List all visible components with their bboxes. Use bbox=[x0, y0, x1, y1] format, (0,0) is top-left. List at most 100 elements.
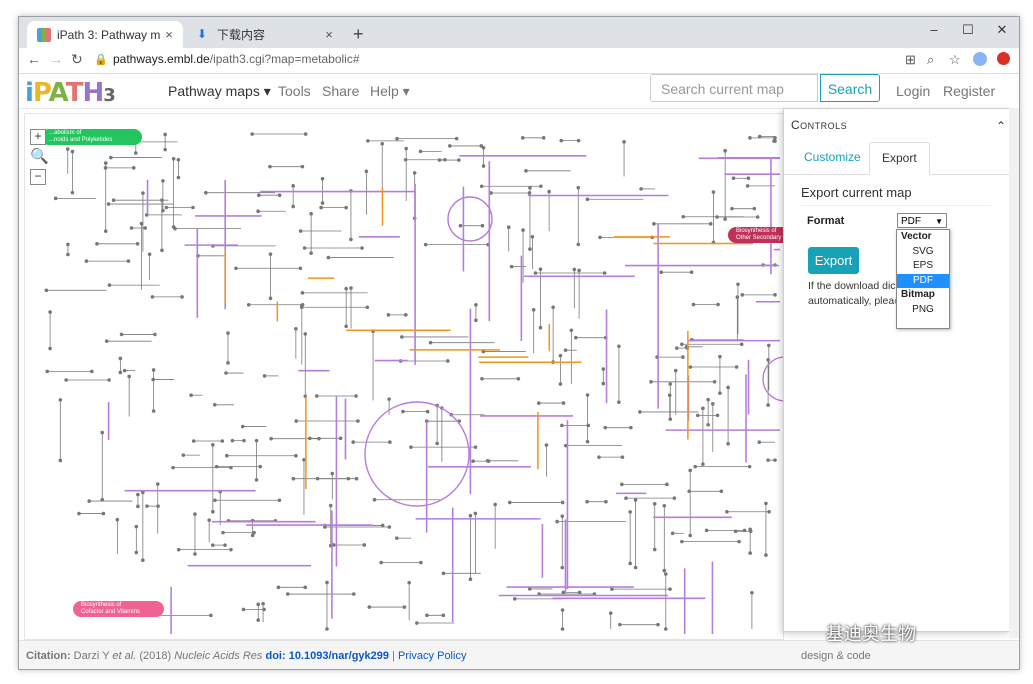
compound-node[interactable] bbox=[156, 504, 160, 508]
compound-node[interactable] bbox=[171, 465, 175, 470]
compound-node[interactable] bbox=[481, 164, 486, 168]
compound-node[interactable] bbox=[480, 223, 485, 228]
compound-node[interactable] bbox=[314, 394, 319, 398]
compound-node[interactable] bbox=[766, 458, 770, 462]
compound-node[interactable] bbox=[258, 464, 263, 469]
compound-node[interactable] bbox=[250, 132, 254, 136]
compound-node[interactable] bbox=[547, 189, 551, 194]
compound-node[interactable] bbox=[122, 368, 127, 373]
compound-node[interactable] bbox=[719, 489, 724, 494]
compound-node[interactable] bbox=[103, 161, 108, 165]
compound-node[interactable] bbox=[688, 365, 693, 369]
compound-node[interactable] bbox=[151, 409, 156, 413]
search-input[interactable]: Search current map bbox=[650, 74, 818, 102]
compound-node[interactable] bbox=[48, 310, 52, 314]
compound-node[interactable] bbox=[723, 148, 727, 153]
compound-node[interactable] bbox=[134, 550, 139, 555]
compound-node[interactable] bbox=[291, 204, 295, 209]
compound-node[interactable] bbox=[521, 228, 525, 232]
compound-node[interactable] bbox=[325, 580, 329, 585]
compound-node[interactable] bbox=[325, 627, 329, 631]
compound-node[interactable] bbox=[718, 391, 722, 395]
compound-node[interactable] bbox=[404, 146, 408, 151]
compound-node[interactable] bbox=[163, 147, 167, 152]
compound-node[interactable] bbox=[226, 331, 230, 335]
compound-node[interactable] bbox=[349, 286, 353, 290]
compound-node[interactable] bbox=[155, 482, 160, 486]
compound-node[interactable] bbox=[745, 184, 750, 188]
compound-node[interactable] bbox=[362, 543, 367, 547]
compound-node[interactable] bbox=[597, 455, 601, 459]
compound-node[interactable] bbox=[344, 286, 348, 291]
compound-node[interactable] bbox=[538, 267, 543, 271]
compound-node[interactable] bbox=[176, 157, 181, 162]
tab-ipath[interactable]: iPath 3: Pathway maps × bbox=[27, 21, 183, 48]
privacy-policy-link[interactable]: Privacy Policy bbox=[398, 650, 466, 662]
compound-node[interactable] bbox=[285, 592, 290, 596]
compound-node[interactable] bbox=[103, 229, 108, 233]
compound-node[interactable] bbox=[555, 519, 559, 524]
profile-avatar-icon[interactable] bbox=[973, 52, 987, 66]
compound-node[interactable] bbox=[134, 524, 139, 529]
compound-node[interactable] bbox=[294, 453, 298, 458]
compound-node[interactable] bbox=[400, 335, 404, 339]
compound-node[interactable] bbox=[360, 246, 364, 250]
compound-node[interactable] bbox=[229, 547, 233, 552]
compound-node[interactable] bbox=[551, 305, 555, 310]
compound-node[interactable] bbox=[303, 585, 307, 590]
compound-node[interactable] bbox=[624, 496, 628, 500]
compound-node[interactable] bbox=[372, 497, 377, 502]
compound-node[interactable] bbox=[151, 377, 155, 382]
compound-node[interactable] bbox=[173, 226, 177, 231]
compound-node[interactable] bbox=[712, 379, 717, 384]
compound-node[interactable] bbox=[633, 565, 638, 570]
compound-node[interactable] bbox=[622, 140, 626, 144]
compound-node[interactable] bbox=[563, 348, 568, 352]
compound-node[interactable] bbox=[689, 270, 694, 275]
compound-node[interactable] bbox=[150, 295, 155, 299]
compound-node[interactable] bbox=[107, 283, 112, 287]
bookmark-star-icon[interactable]: ☆ bbox=[949, 52, 961, 68]
compound-node[interactable] bbox=[298, 229, 303, 233]
extension-icon[interactable] bbox=[997, 52, 1010, 65]
compound-node[interactable] bbox=[240, 424, 245, 429]
compound-node[interactable] bbox=[706, 422, 710, 427]
compound-node[interactable] bbox=[672, 496, 677, 500]
format-select[interactable]: PDF ▼ bbox=[897, 213, 947, 228]
compound-node[interactable] bbox=[601, 381, 606, 386]
compound-node[interactable] bbox=[693, 464, 698, 469]
compound-node[interactable] bbox=[131, 166, 136, 170]
compound-node[interactable] bbox=[668, 587, 672, 591]
compound-node[interactable] bbox=[303, 132, 308, 136]
compound-node[interactable] bbox=[300, 303, 304, 308]
compound-node[interactable] bbox=[652, 547, 657, 552]
compound-node[interactable] bbox=[569, 328, 574, 333]
compound-node[interactable] bbox=[141, 558, 145, 563]
compound-node[interactable] bbox=[507, 500, 512, 505]
compound-node[interactable] bbox=[675, 346, 679, 350]
compound-node[interactable] bbox=[446, 359, 450, 363]
compound-node[interactable] bbox=[538, 325, 543, 330]
compound-node[interactable] bbox=[387, 397, 391, 401]
compound-node[interactable] bbox=[428, 340, 433, 345]
close-tab-icon[interactable]: × bbox=[321, 27, 337, 42]
compound-node[interactable] bbox=[425, 613, 429, 618]
compound-node[interactable] bbox=[262, 607, 266, 612]
compound-node[interactable] bbox=[748, 136, 752, 140]
compound-node[interactable] bbox=[585, 197, 590, 202]
compound-node[interactable] bbox=[143, 226, 147, 230]
compound-node[interactable] bbox=[135, 241, 140, 246]
compound-node[interactable] bbox=[395, 536, 399, 540]
compound-node[interactable] bbox=[767, 343, 771, 348]
tab-downloads[interactable]: ⬇ 下载内容 × bbox=[187, 21, 343, 48]
compound-node[interactable] bbox=[367, 605, 372, 609]
option-png[interactable]: PNG bbox=[897, 303, 949, 318]
compound-node[interactable] bbox=[473, 445, 478, 449]
compound-node[interactable] bbox=[256, 209, 260, 214]
compound-node[interactable] bbox=[189, 393, 193, 398]
compound-node[interactable] bbox=[739, 342, 744, 347]
compound-node[interactable] bbox=[70, 190, 75, 195]
compound-node[interactable] bbox=[66, 242, 70, 247]
compound-node[interactable] bbox=[84, 259, 89, 263]
compound-node[interactable] bbox=[528, 247, 532, 251]
